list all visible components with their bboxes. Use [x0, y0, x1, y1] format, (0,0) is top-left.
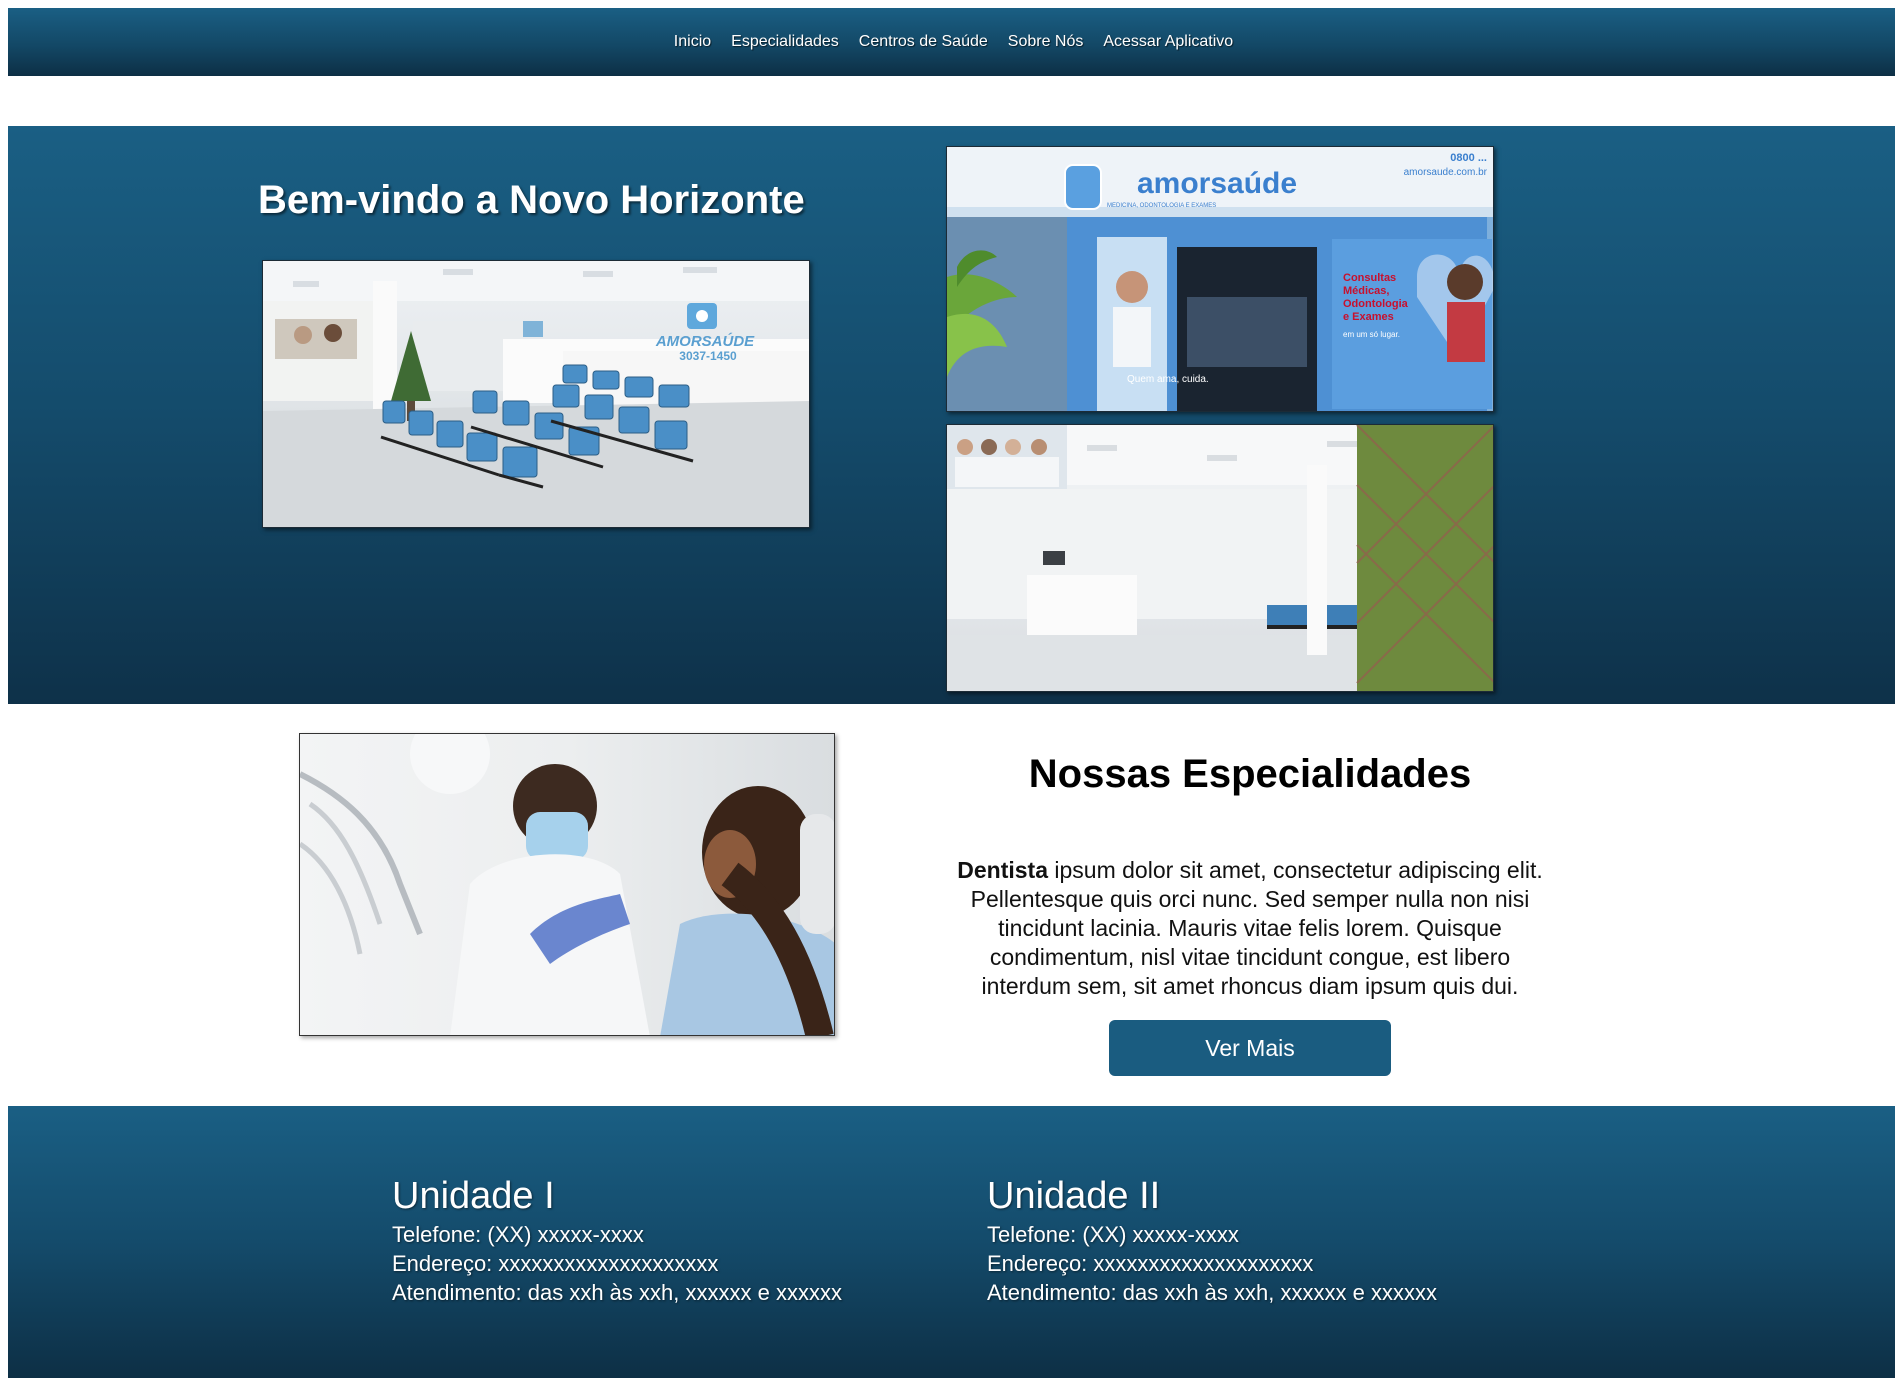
storefront-phone-text: 0800 ... [1450, 152, 1487, 164]
nav-link-sobre-nos[interactable]: Sobre Nós [1008, 33, 1084, 51]
top-navbar: Inicio Especialidades Centros de Saúde S… [8, 8, 1895, 76]
unit-hours: Atendimento: das xxh às xxh, xxxxxx e xx… [392, 1280, 842, 1305]
unit-hours: Atendimento: das xxh às xxh, xxxxxx e xx… [987, 1280, 1437, 1305]
specialty-text: ipsum dolor sit amet, consectetur adipis… [970, 857, 1543, 999]
nav-link-centros-de-saude[interactable]: Centros de Saúde [859, 33, 988, 51]
waiting-room-sign-text: AMORSAÚDE [655, 332, 755, 350]
unit-name: Unidade II [987, 1175, 1161, 1217]
unit-address: Endereço: xxxxxxxxxxxxxxxxxxxx [987, 1251, 1314, 1276]
unit-phone: Telefone: (XX) xxxxx-xxxx [987, 1222, 1239, 1247]
nav-link-acessar-aplicativo[interactable]: Acessar Aplicativo [1103, 33, 1233, 51]
nav-link-inicio[interactable]: Inicio [674, 33, 711, 51]
storefront-sub-text: MEDICINA, ODONTOLOGIA E EXAMES [1107, 203, 1216, 209]
specialties-title: Nossas Especialidades [1028, 752, 1472, 796]
storefront-panel-sub-text: em um só lugar. [1343, 330, 1400, 339]
waiting-room-image: AMORSAÚDE 3037-1450 [262, 260, 810, 528]
unit-card-1: Unidade I Telefone: (XX) xxxxx-xxxx Ende… [392, 1174, 842, 1307]
storefront-brand-text: amorsaúde [1137, 167, 1297, 200]
hero-section: Bem-vindo a Novo Horizonte AMORSAÚDE 303… [8, 126, 1895, 704]
dentist-image [299, 733, 835, 1036]
ver-mais-button[interactable]: Ver Mais [1109, 1020, 1391, 1076]
nav-link-especialidades[interactable]: Especialidades [731, 33, 839, 51]
specialty-name: Dentista [957, 857, 1048, 883]
hero-title: Bem-vindo a Novo Horizonte [258, 178, 805, 222]
storefront-door-text: Quem ama, cuida. [1127, 374, 1209, 385]
reception-image [946, 424, 1494, 692]
unit-phone: Telefone: (XX) xxxxx-xxxx [392, 1222, 644, 1247]
unit-address: Endereço: xxxxxxxxxxxxxxxxxxxx [392, 1251, 719, 1276]
unit-name: Unidade I [392, 1175, 555, 1217]
waiting-room-phone-text: 3037-1450 [679, 349, 737, 363]
storefront-site-text: amorsaude.com.br [1404, 167, 1488, 178]
footer-units: Unidade I Telefone: (XX) xxxxx-xxxx Ende… [8, 1106, 1895, 1378]
unit-card-2: Unidade II Telefone: (XX) xxxxx-xxxx End… [987, 1174, 1437, 1307]
storefront-image: amorsaúde MEDICINA, ODONTOLOGIA E EXAMES… [946, 146, 1494, 412]
specialties-description: Dentista ipsum dolor sit amet, consectet… [950, 856, 1550, 1001]
